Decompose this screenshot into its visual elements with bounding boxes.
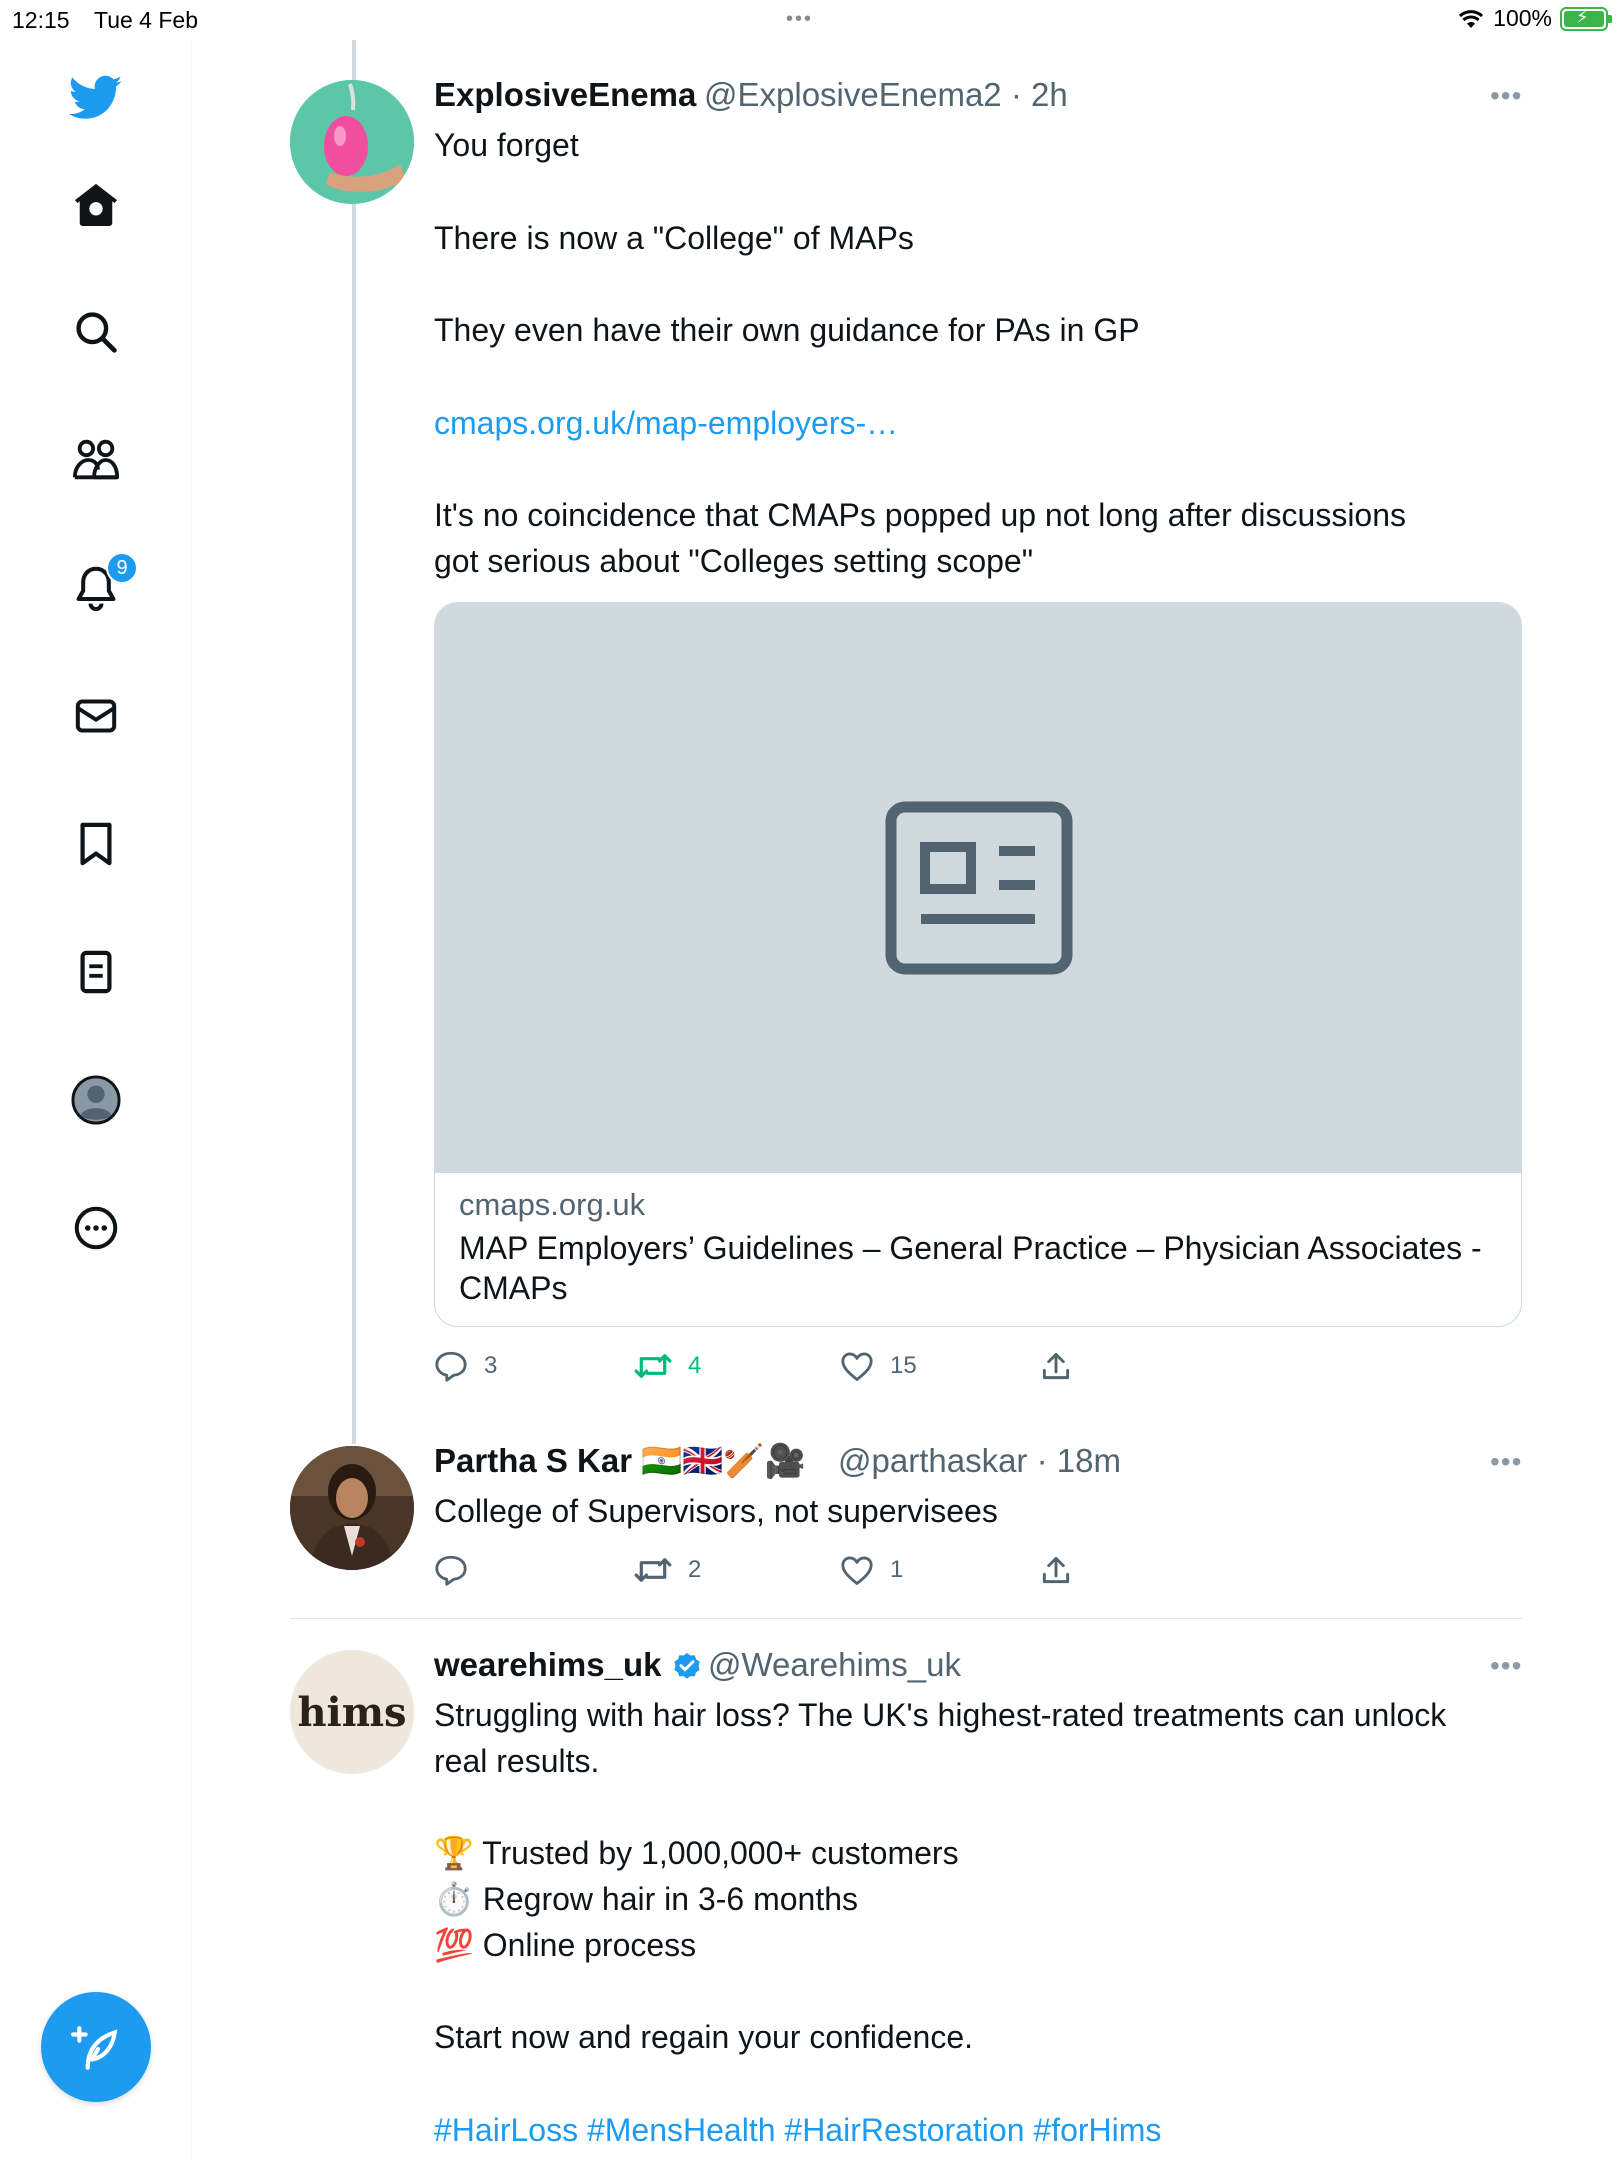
lists-icon[interactable] xyxy=(66,942,126,1002)
verified-badge-icon xyxy=(673,1653,700,1679)
tweet-more-icon[interactable]: ••• xyxy=(1490,80,1522,112)
tweet-divider xyxy=(290,1618,1522,1619)
avatar[interactable]: hims xyxy=(290,1650,414,1774)
retweet-count: 4 xyxy=(688,1352,702,1379)
tweet-text-line: There is now a "College" of MAPs xyxy=(434,220,914,256)
tweet-text-line: ⏱️ Regrow hair in 3-6 months xyxy=(434,1881,859,1917)
tweet-text-line: They even have their own guidance for PA… xyxy=(434,312,1140,348)
tweet-more-icon[interactable]: ••• xyxy=(1490,1650,1522,1682)
tweet-author-handle[interactable]: @Wearehims_uk xyxy=(708,1646,961,1684)
tweet-author-handle[interactable]: @ExplosiveEnema2 · 2h xyxy=(704,76,1068,114)
tweet-text-line: You forget xyxy=(434,127,579,163)
status-date: Tue 4 Feb xyxy=(94,7,198,33)
battery-percentage: 100% xyxy=(1493,5,1552,31)
tweet-text-line: It's no coincidence that CMAPs popped up… xyxy=(434,497,1407,533)
status-right: 100% ⚡ xyxy=(1457,5,1612,32)
tweet-text-line: 💯 Online process xyxy=(434,1927,697,1963)
tweet-text-line: real results. xyxy=(434,1743,600,1779)
search-icon[interactable] xyxy=(66,302,126,362)
author-name-text: wearehims_uk xyxy=(434,1646,662,1683)
brand-logo-text: hims xyxy=(297,1688,407,1736)
tweet-text-line: College of Supervisors, not supervisees xyxy=(434,1493,998,1529)
share-icon xyxy=(1042,1556,1070,1584)
tweet-text-line: got serious about "Colleges setting scop… xyxy=(434,543,1034,579)
communities-icon[interactable] xyxy=(66,430,126,490)
reply-icon xyxy=(435,1555,467,1586)
tweet-actions: 3 4 15 xyxy=(434,1344,1134,1388)
twitter-logo-icon[interactable] xyxy=(66,68,126,128)
avatar[interactable] xyxy=(290,1446,414,1570)
tweet-text-line: Struggling with hair loss? The UK's high… xyxy=(434,1697,1447,1733)
heart-icon xyxy=(841,1556,873,1585)
like-button[interactable]: 15 xyxy=(840,1344,917,1388)
reply-icon xyxy=(435,1351,467,1382)
like-button[interactable]: 1 xyxy=(840,1548,903,1592)
reply-button[interactable] xyxy=(434,1548,484,1592)
sidebar: 9 xyxy=(0,40,192,2160)
tweet-more-icon[interactable]: ••• xyxy=(1490,1446,1522,1478)
retweet-count: 2 xyxy=(688,1556,702,1583)
retweet-icon xyxy=(634,1354,672,1378)
wifi-icon xyxy=(1459,9,1484,28)
tweet-actions: 2 1 xyxy=(434,1548,1134,1592)
reply-button[interactable]: 3 xyxy=(434,1344,497,1388)
status-bar: 12:15 Tue 4 Feb ••• 100% ⚡ xyxy=(0,0,1620,40)
home-icon[interactable] xyxy=(66,174,126,234)
tweet-author-name[interactable]: Partha S Kar 🇮🇳🇬🇧🏏🎥 xyxy=(434,1442,806,1481)
link-card-image xyxy=(435,603,1521,1173)
retweet-button[interactable]: 4 xyxy=(634,1344,701,1388)
link-preview-card[interactable]: cmaps.org.uk MAP Employers’ Guidelines –… xyxy=(434,602,1522,1327)
bookmarks-icon[interactable] xyxy=(66,814,126,874)
heart-icon xyxy=(841,1352,873,1381)
share-icon xyxy=(1042,1352,1070,1380)
tweet-author-name[interactable]: wearehims_uk xyxy=(434,1646,703,1684)
tweet-text-line: Start now and regain your confidence. xyxy=(434,2019,973,2055)
tweet-link[interactable]: cmaps.org.uk/map-employers-… xyxy=(434,400,898,446)
compose-tweet-button[interactable] xyxy=(41,1992,151,2102)
profile-avatar-icon[interactable] xyxy=(66,1070,126,1130)
thread-connector-line xyxy=(352,40,356,1444)
tweet-text-line: 🏆 Trusted by 1,000,000+ customers xyxy=(434,1835,959,1871)
multitasking-dots-icon[interactable]: ••• xyxy=(786,8,813,31)
battery-icon: ⚡ xyxy=(1560,6,1612,31)
link-card-title: MAP Employers’ Guidelines – General Prac… xyxy=(459,1230,1482,1306)
reply-count: 3 xyxy=(484,1352,498,1379)
messages-icon[interactable] xyxy=(66,686,126,746)
like-count: 1 xyxy=(890,1556,904,1583)
avatar[interactable] xyxy=(290,80,414,204)
share-button[interactable] xyxy=(1040,1548,1072,1592)
more-options-icon[interactable] xyxy=(66,1198,126,1258)
notifications-icon[interactable]: 9 xyxy=(66,552,138,618)
compose-feather-icon xyxy=(71,2026,118,2070)
retweet-button[interactable]: 2 xyxy=(634,1548,701,1592)
like-count: 15 xyxy=(890,1352,917,1379)
article-placeholder-icon xyxy=(885,801,1073,975)
tweet-hashtags[interactable]: #HairLoss #MensHealth #HairRestoration #… xyxy=(434,2107,1161,2153)
link-card-domain: cmaps.org.uk xyxy=(459,1187,646,1222)
tweet-author-handle[interactable]: @parthaskar · 18m xyxy=(838,1442,1121,1480)
status-time: 12:15 xyxy=(12,7,70,33)
retweet-icon xyxy=(634,1558,672,1582)
tweet-author-name[interactable]: ExplosiveEnema xyxy=(434,76,696,114)
notifications-badge: 9 xyxy=(106,552,138,584)
share-button[interactable] xyxy=(1040,1344,1072,1388)
